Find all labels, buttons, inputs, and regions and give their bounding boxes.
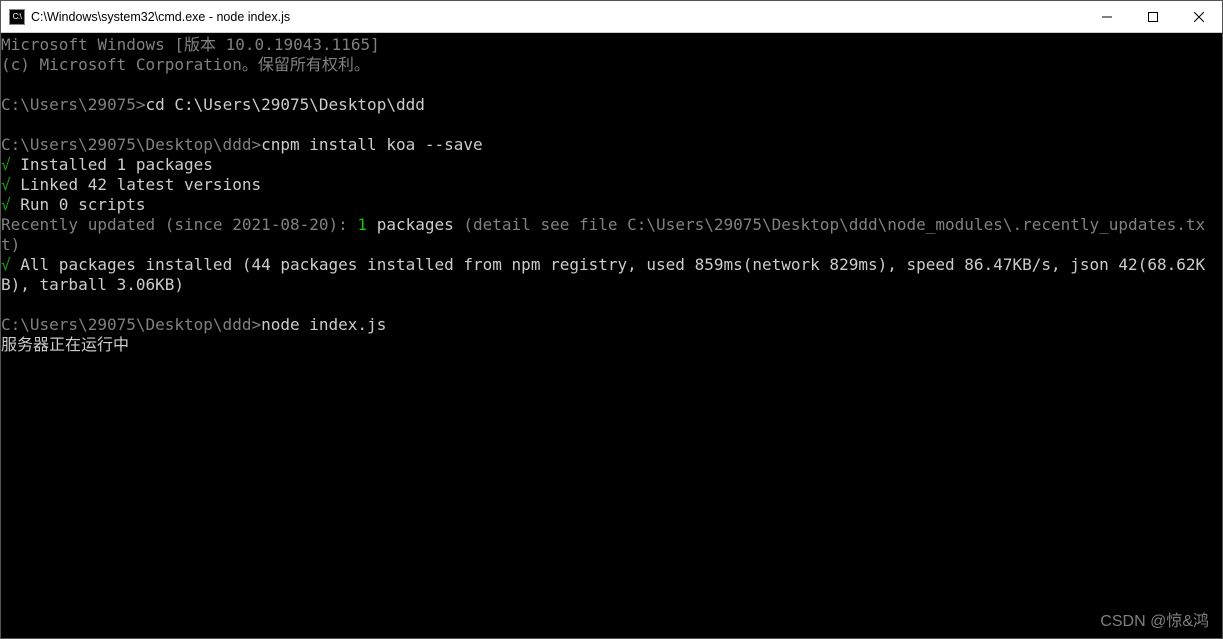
prompt-line-2: C:\Users\29075\Desktop\ddd>cnpm install … (1, 135, 483, 154)
close-icon (1194, 12, 1204, 22)
check-icon: √ (1, 255, 11, 274)
check-icon: √ (1, 175, 11, 194)
terminal-output[interactable]: Microsoft Windows [版本 10.0.19043.1165] (… (1, 33, 1222, 638)
output-line: √ Installed 1 packages (1, 155, 213, 174)
output-line: √ Run 0 scripts (1, 195, 146, 214)
close-button[interactable] (1176, 1, 1222, 32)
server-running-line: 服务器正在运行中 (1, 335, 129, 354)
prompt-cmd: cd C:\Users\29075\Desktop\ddd (146, 95, 425, 114)
output-count: 1 (357, 215, 367, 234)
banner-line: Microsoft Windows [版本 10.0.19043.1165] (1, 35, 380, 54)
cmd-icon: C:\ (9, 9, 25, 25)
output-text: All packages installed (44 packages inst… (1, 255, 1205, 294)
prompt-line-3: C:\Users\29075\Desktop\ddd>node index.js (1, 315, 386, 334)
prompt-path: C:\Users\29075> (1, 95, 146, 114)
output-text: Linked 42 latest versions (11, 175, 261, 194)
prompt-path: C:\Users\29075\Desktop\ddd> (1, 135, 261, 154)
copyright-line: (c) Microsoft Corporation。保留所有权利。 (1, 55, 370, 74)
output-line: √ Linked 42 latest versions (1, 175, 261, 194)
prompt-cmd: cnpm install koa --save (261, 135, 483, 154)
cmd-window: C:\ C:\Windows\system32\cmd.exe - node i… (0, 0, 1223, 639)
output-text: Recently updated (since 2021-08-20): (1, 215, 357, 234)
window-title: C:\Windows\system32\cmd.exe - node index… (31, 10, 1084, 24)
recent-updates-line: Recently updated (since 2021-08-20): 1 p… (1, 215, 1205, 254)
output-text: Installed 1 packages (11, 155, 213, 174)
maximize-button[interactable] (1130, 1, 1176, 32)
output-text: packages (367, 215, 463, 234)
minimize-button[interactable] (1084, 1, 1130, 32)
prompt-line-1: C:\Users\29075>cd C:\Users\29075\Desktop… (1, 95, 425, 114)
minimize-icon (1102, 12, 1112, 22)
output-text: Run 0 scripts (11, 195, 146, 214)
prompt-path: C:\Users\29075\Desktop\ddd> (1, 315, 261, 334)
window-controls (1084, 1, 1222, 32)
check-icon: √ (1, 195, 11, 214)
titlebar[interactable]: C:\ C:\Windows\system32\cmd.exe - node i… (1, 1, 1222, 33)
check-icon: √ (1, 155, 11, 174)
output-line: √ All packages installed (44 packages in… (1, 255, 1205, 294)
maximize-icon (1148, 12, 1158, 22)
prompt-cmd: node index.js (261, 315, 386, 334)
